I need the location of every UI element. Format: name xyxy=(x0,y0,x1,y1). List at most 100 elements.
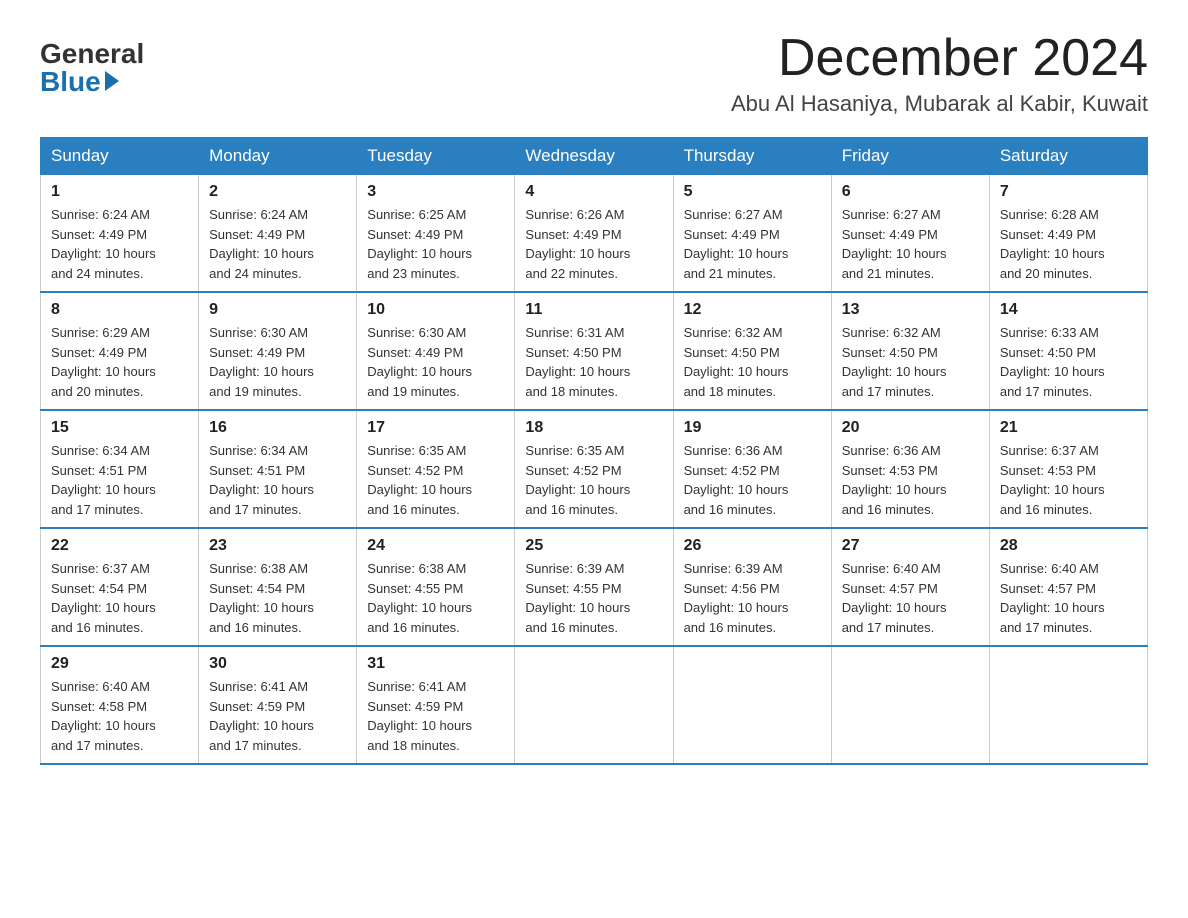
weekday-header-thursday: Thursday xyxy=(673,138,831,175)
day-info: Sunrise: 6:24 AM Sunset: 4:49 PM Dayligh… xyxy=(209,207,314,281)
weekday-header-monday: Monday xyxy=(199,138,357,175)
day-info: Sunrise: 6:38 AM Sunset: 4:54 PM Dayligh… xyxy=(209,561,314,635)
calendar-cell xyxy=(515,646,673,764)
day-info: Sunrise: 6:32 AM Sunset: 4:50 PM Dayligh… xyxy=(684,325,789,399)
calendar-cell: 15 Sunrise: 6:34 AM Sunset: 4:51 PM Dayli… xyxy=(41,410,199,528)
day-info: Sunrise: 6:34 AM Sunset: 4:51 PM Dayligh… xyxy=(51,443,156,517)
weekday-header-wednesday: Wednesday xyxy=(515,138,673,175)
day-number: 15 xyxy=(51,419,188,437)
calendar-cell: 30 Sunrise: 6:41 AM Sunset: 4:59 PM Dayli… xyxy=(199,646,357,764)
logo-blue-text: Blue xyxy=(40,68,119,96)
logo: General Blue xyxy=(40,40,144,96)
day-info: Sunrise: 6:31 AM Sunset: 4:50 PM Dayligh… xyxy=(525,325,630,399)
calendar-cell: 14 Sunrise: 6:33 AM Sunset: 4:50 PM Dayli… xyxy=(989,292,1147,410)
calendar-week-row: 22Sunrise: 6:37 AM Sunset: 4:54 PM Dayli… xyxy=(41,528,1148,646)
calendar-week-row: 8 Sunrise: 6:29 AM Sunset: 4:49 PM Daylig… xyxy=(41,292,1148,410)
calendar-cell: 1 Sunrise: 6:24 AM Sunset: 4:49 PM Daylig… xyxy=(41,175,199,293)
calendar-week-row: 15 Sunrise: 6:34 AM Sunset: 4:51 PM Dayli… xyxy=(41,410,1148,528)
day-number: 26 xyxy=(684,537,821,555)
calendar-cell: 24 Sunrise: 6:38 AM Sunset: 4:55 PM Dayli… xyxy=(357,528,515,646)
calendar-cell: 10 Sunrise: 6:30 AM Sunset: 4:49 PM Dayli… xyxy=(357,292,515,410)
calendar-cell: 17 Sunrise: 6:35 AM Sunset: 4:52 PM Dayli… xyxy=(357,410,515,528)
day-number: 12 xyxy=(684,301,821,319)
day-info: Sunrise: 6:30 AM Sunset: 4:49 PM Dayligh… xyxy=(209,325,314,399)
day-info: Sunrise: 6:29 AM Sunset: 4:49 PM Dayligh… xyxy=(51,325,156,399)
title-area: December 2024 Abu Al Hasaniya, Mubarak a… xyxy=(731,30,1148,117)
logo-triangle-icon xyxy=(105,71,119,91)
day-info: Sunrise: 6:30 AM Sunset: 4:49 PM Dayligh… xyxy=(367,325,472,399)
calendar-cell: 4 Sunrise: 6:26 AM Sunset: 4:49 PM Daylig… xyxy=(515,175,673,293)
day-number: 7 xyxy=(1000,183,1137,201)
calendar-cell: 28Sunrise: 6:40 AM Sunset: 4:57 PM Dayli… xyxy=(989,528,1147,646)
day-number: 31 xyxy=(367,655,504,673)
day-number: 29 xyxy=(51,655,188,673)
day-number: 4 xyxy=(525,183,662,201)
calendar-cell: 29 Sunrise: 6:40 AM Sunset: 4:58 PM Dayli… xyxy=(41,646,199,764)
day-info: Sunrise: 6:40 AM Sunset: 4:58 PM Dayligh… xyxy=(51,679,156,753)
location-title: Abu Al Hasaniya, Mubarak al Kabir, Kuwai… xyxy=(731,91,1148,117)
calendar-cell: 5Sunrise: 6:27 AM Sunset: 4:49 PM Daylig… xyxy=(673,175,831,293)
day-info: Sunrise: 6:41 AM Sunset: 4:59 PM Dayligh… xyxy=(209,679,314,753)
day-info: Sunrise: 6:24 AM Sunset: 4:49 PM Dayligh… xyxy=(51,207,156,281)
day-number: 1 xyxy=(51,183,188,201)
day-number: 3 xyxy=(367,183,504,201)
day-number: 2 xyxy=(209,183,346,201)
calendar-cell: 19Sunrise: 6:36 AM Sunset: 4:52 PM Dayli… xyxy=(673,410,831,528)
day-info: Sunrise: 6:34 AM Sunset: 4:51 PM Dayligh… xyxy=(209,443,314,517)
calendar-cell: 27Sunrise: 6:40 AM Sunset: 4:57 PM Dayli… xyxy=(831,528,989,646)
calendar-cell: 26 Sunrise: 6:39 AM Sunset: 4:56 PM Dayli… xyxy=(673,528,831,646)
day-info: Sunrise: 6:28 AM Sunset: 4:49 PM Dayligh… xyxy=(1000,207,1105,281)
calendar-cell: 6Sunrise: 6:27 AM Sunset: 4:49 PM Daylig… xyxy=(831,175,989,293)
day-info: Sunrise: 6:33 AM Sunset: 4:50 PM Dayligh… xyxy=(1000,325,1105,399)
day-info: Sunrise: 6:39 AM Sunset: 4:55 PM Dayligh… xyxy=(525,561,630,635)
weekday-header-saturday: Saturday xyxy=(989,138,1147,175)
day-info: Sunrise: 6:35 AM Sunset: 4:52 PM Dayligh… xyxy=(367,443,472,517)
calendar-cell: 25 Sunrise: 6:39 AM Sunset: 4:55 PM Dayli… xyxy=(515,528,673,646)
day-number: 19 xyxy=(684,419,821,437)
day-number: 20 xyxy=(842,419,979,437)
weekday-header-row: SundayMondayTuesdayWednesdayThursdayFrid… xyxy=(41,138,1148,175)
day-number: 5 xyxy=(684,183,821,201)
weekday-header-friday: Friday xyxy=(831,138,989,175)
day-number: 21 xyxy=(1000,419,1137,437)
calendar-cell xyxy=(673,646,831,764)
weekday-header-sunday: Sunday xyxy=(41,138,199,175)
day-info: Sunrise: 6:25 AM Sunset: 4:49 PM Dayligh… xyxy=(367,207,472,281)
logo-general-text: General xyxy=(40,40,144,68)
calendar-cell: 20 Sunrise: 6:36 AM Sunset: 4:53 PM Dayli… xyxy=(831,410,989,528)
day-info: Sunrise: 6:38 AM Sunset: 4:55 PM Dayligh… xyxy=(367,561,472,635)
day-info: Sunrise: 6:37 AM Sunset: 4:54 PM Dayligh… xyxy=(51,561,156,635)
day-info: Sunrise: 6:41 AM Sunset: 4:59 PM Dayligh… xyxy=(367,679,472,753)
calendar-week-row: 1 Sunrise: 6:24 AM Sunset: 4:49 PM Daylig… xyxy=(41,175,1148,293)
page-header: General Blue December 2024 Abu Al Hasani… xyxy=(40,30,1148,117)
day-info: Sunrise: 6:27 AM Sunset: 4:49 PM Dayligh… xyxy=(842,207,947,281)
calendar-cell: 12 Sunrise: 6:32 AM Sunset: 4:50 PM Dayli… xyxy=(673,292,831,410)
day-number: 14 xyxy=(1000,301,1137,319)
day-info: Sunrise: 6:40 AM Sunset: 4:57 PM Dayligh… xyxy=(842,561,947,635)
day-info: Sunrise: 6:39 AM Sunset: 4:56 PM Dayligh… xyxy=(684,561,789,635)
calendar-cell xyxy=(989,646,1147,764)
day-number: 8 xyxy=(51,301,188,319)
day-number: 24 xyxy=(367,537,504,555)
calendar-cell: 3 Sunrise: 6:25 AM Sunset: 4:49 PM Daylig… xyxy=(357,175,515,293)
calendar-cell: 13Sunrise: 6:32 AM Sunset: 4:50 PM Dayli… xyxy=(831,292,989,410)
day-number: 30 xyxy=(209,655,346,673)
calendar-week-row: 29 Sunrise: 6:40 AM Sunset: 4:58 PM Dayli… xyxy=(41,646,1148,764)
month-title: December 2024 xyxy=(731,30,1148,87)
day-number: 16 xyxy=(209,419,346,437)
calendar-cell: 9 Sunrise: 6:30 AM Sunset: 4:49 PM Daylig… xyxy=(199,292,357,410)
day-info: Sunrise: 6:26 AM Sunset: 4:49 PM Dayligh… xyxy=(525,207,630,281)
day-number: 10 xyxy=(367,301,504,319)
day-number: 25 xyxy=(525,537,662,555)
day-info: Sunrise: 6:40 AM Sunset: 4:57 PM Dayligh… xyxy=(1000,561,1105,635)
calendar-cell: 22Sunrise: 6:37 AM Sunset: 4:54 PM Dayli… xyxy=(41,528,199,646)
day-info: Sunrise: 6:36 AM Sunset: 4:53 PM Dayligh… xyxy=(842,443,947,517)
calendar-cell: 16 Sunrise: 6:34 AM Sunset: 4:51 PM Dayli… xyxy=(199,410,357,528)
calendar-cell: 31 Sunrise: 6:41 AM Sunset: 4:59 PM Dayli… xyxy=(357,646,515,764)
calendar-cell: 2 Sunrise: 6:24 AM Sunset: 4:49 PM Daylig… xyxy=(199,175,357,293)
day-number: 11 xyxy=(525,301,662,319)
calendar-cell xyxy=(831,646,989,764)
day-number: 9 xyxy=(209,301,346,319)
day-number: 23 xyxy=(209,537,346,555)
day-number: 17 xyxy=(367,419,504,437)
